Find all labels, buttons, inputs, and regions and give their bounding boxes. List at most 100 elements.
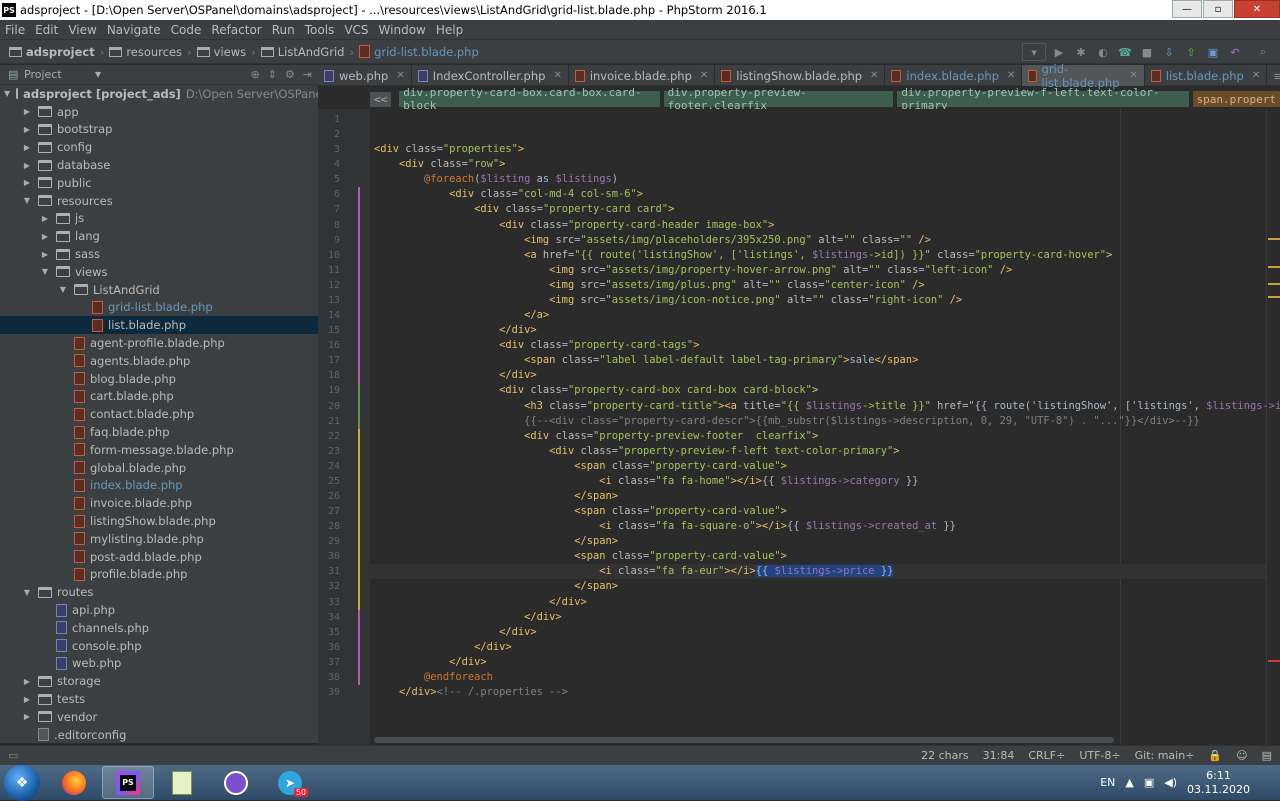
tree-item[interactable]: contact.blade.php [0, 405, 318, 423]
code-line[interactable]: <span class="label label-default label-t… [374, 353, 918, 368]
revert-icon[interactable]: ↶ [1226, 43, 1244, 61]
clock[interactable]: 6:11 03.11.2020 [1187, 769, 1250, 797]
notepad-app[interactable] [156, 766, 208, 799]
chevron-right-icon[interactable]: ▶ [22, 143, 32, 152]
chevron-right-icon[interactable]: ▶ [22, 695, 32, 704]
code-line[interactable]: <img src="assets/img/icon-notice.png" al… [374, 293, 962, 308]
menu-navigate[interactable]: Navigate [102, 23, 166, 37]
network-icon[interactable]: ▣ [1144, 776, 1154, 789]
chevron-right-icon[interactable]: ▶ [22, 677, 32, 686]
tree-item[interactable]: channels.php [0, 619, 318, 637]
html-path-item[interactable]: div.property-preview-f-left.text-color-p… [897, 86, 1189, 112]
code-line[interactable]: <img src="assets/img/property-hover-arro… [374, 263, 1012, 278]
tree-item[interactable]: index.blade.php [0, 477, 318, 495]
code-line[interactable]: <i class="fa fa-square-o"></i>{{ $listin… [374, 519, 956, 534]
chevron-down-icon[interactable]: ▼ [4, 89, 10, 98]
code-line[interactable]: <div class="property-card-header image-b… [374, 218, 774, 233]
search-icon[interactable]: ⌕ [1254, 43, 1272, 61]
error-stripe-mark[interactable] [1268, 660, 1280, 662]
stop-icon[interactable]: ■ [1138, 43, 1156, 61]
code-line[interactable]: <div class="property-card-tags"> [374, 338, 699, 353]
editor-tab[interactable]: grid-list.blade.php ✕ [1022, 62, 1145, 90]
tree-item[interactable]: ▶ app [0, 103, 318, 121]
code-line[interactable]: </div> [374, 323, 537, 338]
tree-item[interactable]: ▶ js [0, 210, 318, 228]
tree-item[interactable]: post-add.blade.php [0, 548, 318, 566]
code-line[interactable]: </div> [374, 655, 487, 670]
crumb-listandgrid[interactable]: ListAndGrid [258, 45, 348, 59]
crumb-resources[interactable]: resources [106, 45, 185, 59]
html-path-item[interactable]: div.property-card-box.card-box.card-bloc… [399, 86, 660, 112]
telegram-app[interactable]: ➤ 50 [264, 766, 316, 799]
tree-item[interactable]: faq.blade.php [0, 423, 318, 441]
project-view-selector[interactable]: Project [24, 68, 62, 81]
tree-item[interactable]: cart.blade.php [0, 388, 318, 406]
lock-icon[interactable]: 🔒 [1208, 749, 1222, 762]
error-stripe[interactable] [1266, 109, 1280, 745]
hector-icon[interactable]: ☺ [1236, 749, 1247, 762]
code-line[interactable]: <img src="assets/img/placeholders/395x25… [374, 233, 931, 248]
tree-item[interactable]: ▶ database [0, 156, 318, 174]
line-separator[interactable]: CRLF÷ [1028, 749, 1065, 762]
gear-icon[interactable]: ⚙ [285, 68, 295, 81]
run-icon[interactable]: ▶ [1050, 43, 1068, 61]
tree-item[interactable]: web.php [0, 655, 318, 673]
code-line[interactable]: <div class="property-preview-footer clea… [374, 429, 818, 444]
tree-item[interactable]: profile.blade.php [0, 566, 318, 584]
tree-item[interactable]: ▶ bootstrap [0, 121, 318, 139]
coverage-icon[interactable]: ◐ [1094, 43, 1112, 61]
editor-tab[interactable]: list.blade.php ✕ [1145, 65, 1268, 86]
editor-tab[interactable]: invoice.blade.php ✕ [569, 65, 716, 86]
tree-item[interactable]: ▼ views [0, 263, 318, 281]
caret-position[interactable]: 31:84 [983, 749, 1015, 762]
tool-window-toggle-icon[interactable]: ▭ [8, 749, 18, 762]
editor-tab[interactable]: listingShow.blade.php ✕ [715, 65, 886, 86]
editor-tab[interactable]: web.php ✕ [318, 65, 412, 86]
tree-item[interactable]: invoice.blade.php [0, 494, 318, 512]
vcs-update-icon[interactable]: ⇩ [1160, 43, 1178, 61]
code-line[interactable]: <span class="property-card-value"> [374, 459, 787, 474]
tree-item[interactable]: ▶ lang [0, 227, 318, 245]
menu-edit[interactable]: Edit [30, 23, 63, 37]
error-stripe-mark[interactable] [1268, 283, 1280, 285]
tree-item[interactable]: agent-profile.blade.php [0, 334, 318, 352]
code-line[interactable]: <div class="properties"> [374, 142, 524, 157]
code-line[interactable]: </a> [374, 308, 549, 323]
code-line[interactable]: </div> [374, 610, 562, 625]
git-branch[interactable]: Git: main÷ [1135, 749, 1195, 762]
locate-icon[interactable]: ⊕ [250, 68, 259, 81]
code-line[interactable]: <i class="fa fa-home"></i>{{ $listings->… [374, 474, 918, 489]
horizontal-scrollbar[interactable] [374, 737, 1114, 743]
code-line[interactable]: </div> [374, 625, 537, 640]
language-indicator[interactable]: EN [1100, 776, 1115, 789]
error-stripe-mark[interactable] [1268, 238, 1280, 240]
code-line[interactable]: <i class="fa fa-eur"></i>{{ $listings->p… [374, 564, 894, 579]
phone-icon[interactable]: ☎ [1116, 43, 1134, 61]
code-line[interactable]: </div><!-- /.properties --> [374, 685, 568, 700]
close-tab-icon[interactable]: ✕ [396, 70, 404, 81]
menu-vcs[interactable]: VCS [339, 23, 373, 37]
tree-item[interactable]: .editorconfig [0, 726, 318, 743]
html-path-item[interactable]: div.property-preview-footer.clearfix [663, 86, 894, 112]
cat-app[interactable] [210, 766, 262, 799]
code-line[interactable]: <div class="col-md-4 col-sm-6"> [374, 187, 643, 202]
tree-item[interactable]: ▼ resources [0, 192, 318, 210]
crumb-project[interactable]: adsproject [6, 45, 98, 59]
code-line[interactable]: <a href="{{ route('listingShow', ['listi… [374, 248, 1112, 263]
close-tab-icon[interactable]: ✕ [1007, 70, 1015, 81]
code-line[interactable]: </span> [374, 579, 618, 594]
tree-item[interactable]: api.php [0, 601, 318, 619]
file-encoding[interactable]: UTF-8÷ [1079, 749, 1120, 762]
tabs-menu-icon[interactable]: ≡ [1267, 65, 1280, 85]
chevron-right-icon[interactable]: ▶ [22, 712, 32, 721]
compare-icon[interactable]: ▣ [1204, 43, 1222, 61]
chevron-down-icon[interactable]: ▼ [95, 70, 101, 79]
tree-item[interactable]: global.blade.php [0, 459, 318, 477]
code-line[interactable]: <span class="property-card-value"> [374, 504, 787, 519]
tree-item[interactable]: blog.blade.php [0, 370, 318, 388]
code-line[interactable]: <div class="property-preview-f-left text… [374, 444, 899, 459]
hide-panel-icon[interactable]: ⇥ [303, 68, 312, 81]
tree-item[interactable]: list.blade.php [0, 316, 318, 335]
crumb-views[interactable]: views [194, 45, 249, 59]
code-line[interactable]: <span class="property-card-value"> [374, 549, 787, 564]
